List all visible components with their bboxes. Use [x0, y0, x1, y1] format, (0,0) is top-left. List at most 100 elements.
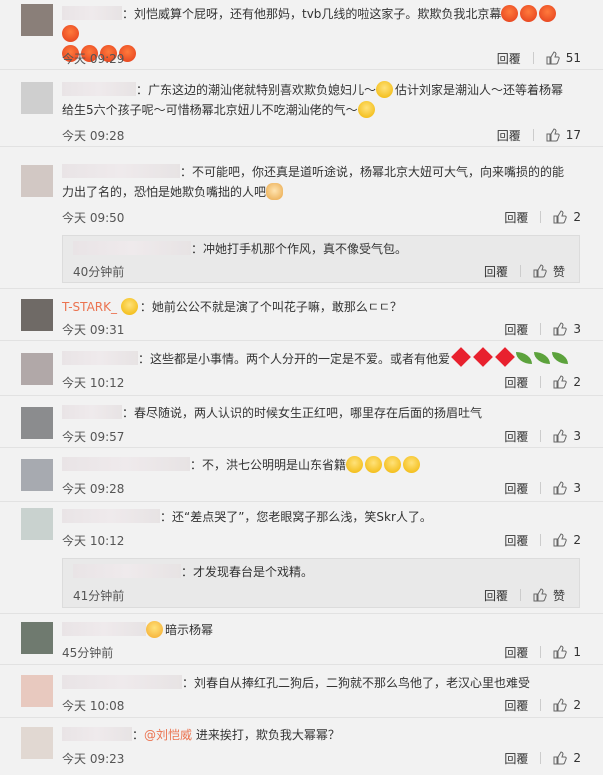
doge-emoji-icon [346, 456, 364, 473]
heart-icon [473, 347, 493, 367]
thumbs-up-icon[interactable] [546, 51, 560, 65]
sub-reply: ：才发现春台是个戏精。 41分钟前 回覆 赞 [62, 558, 580, 608]
avatar[interactable] [21, 299, 53, 331]
avatar[interactable] [21, 622, 53, 654]
divider [540, 323, 542, 335]
divider [540, 430, 542, 442]
comment-actions: 回覆 3 [504, 321, 581, 337]
reply-button[interactable]: 回覆 [504, 644, 528, 661]
comment-actions: 回覆 2 [504, 750, 581, 766]
comment-item: 暗示杨幂 45分钟前 回覆 1 [0, 614, 603, 665]
thumbs-up-icon[interactable] [553, 751, 568, 765]
reply-button[interactable]: 回覆 [504, 321, 528, 338]
comment-time: 今天 10:12 [62, 376, 125, 390]
comment-text: ：刘春自从捧红孔二狗后，二狗就不那么鸟他了，老汉心里也难受 [182, 676, 531, 690]
comment-item: ：刘春自从捧红孔二狗后，二狗就不那么鸟他了，老汉心里也难受 今天 10:08 回… [0, 665, 603, 718]
avatar[interactable] [21, 508, 53, 540]
reply-button[interactable]: 回覆 [504, 750, 528, 767]
thumbs-up-icon[interactable] [553, 645, 568, 659]
like-count: 3 [573, 429, 581, 443]
reply-button[interactable]: 回覆 [484, 587, 508, 604]
thumbs-up-icon[interactable] [553, 210, 568, 224]
username[interactable] [62, 82, 136, 96]
username[interactable] [62, 164, 180, 178]
like-count: 2 [573, 375, 581, 389]
cat-emoji-icon [266, 183, 284, 200]
avatar[interactable] [21, 459, 53, 491]
reply-button[interactable]: 回覆 [504, 374, 528, 391]
comment-time: 今天 10:12 [62, 534, 125, 548]
reply-button[interactable]: 回覆 [504, 209, 528, 226]
like-count: 2 [573, 210, 581, 224]
comment-body: ：不，洪七公明明是山东省籍 [62, 455, 571, 475]
reply-button[interactable]: 回覆 [504, 480, 528, 497]
comment-item: T-STARK_ ：她前公公不就是演了个叫花子嘛，敢那么ㄷㄷ？ 今天 09:31… [0, 289, 603, 341]
comment-actions: 回覆 3 [504, 480, 581, 496]
username[interactable] [62, 622, 146, 636]
comment-time: 今天 09:28 [62, 129, 125, 143]
avatar[interactable] [21, 353, 53, 385]
comment-text: ：还“差点哭了”，您老眼窝子那么浅，笑Skr人了。 [160, 510, 432, 524]
divider [540, 646, 542, 658]
vip-badge-icon [120, 298, 138, 315]
comment-actions: 回覆 2 [504, 697, 581, 713]
comment-item: ：广东这边的潮汕佬就特别喜欢欺负媳妇儿～ 估计刘家是潮汕人～还等着杨幂给生5六个孩… [0, 70, 603, 147]
divider [519, 265, 521, 277]
mention-link[interactable]: @刘恺威 [144, 728, 192, 742]
reply-button[interactable]: 回覆 [497, 50, 521, 67]
comment-text: ：刘恺威算个屁呀，还有他那妈，tvb几线的啦这家子。欺欺负我北京幕 [122, 7, 502, 21]
like-count: 17 [565, 128, 581, 142]
thumbs-up-icon[interactable] [533, 264, 547, 278]
username[interactable] [62, 6, 122, 20]
divider [532, 129, 534, 141]
reply-button[interactable]: 回覆 [497, 127, 521, 144]
thumbs-up-icon[interactable] [546, 128, 560, 142]
heart-icon [451, 347, 471, 367]
avatar[interactable] [21, 727, 53, 759]
reply-button[interactable]: 回覆 [504, 532, 528, 549]
username[interactable] [62, 351, 138, 365]
comment-time: 45分钟前 [62, 646, 114, 660]
thumbs-up-icon[interactable] [553, 481, 568, 495]
angry-emoji-icon [501, 5, 519, 22]
comment-text: ：不，洪七公明明是山东省籍 [190, 458, 347, 472]
comment-item: ：还“差点哭了”，您老眼窝子那么浅，笑Skr人了。 今天 10:12 回覆 2 … [0, 502, 603, 614]
reply-button[interactable]: 回覆 [484, 263, 508, 280]
comment-item: ：这些都是小事情。两个人分开的一定是不爱。或者有他爱 今天 10:12 回覆 2 [0, 341, 603, 396]
divider [540, 752, 542, 764]
thumbs-up-icon[interactable] [553, 429, 568, 443]
username[interactable] [62, 405, 122, 419]
comment-body: ：春尽随说，两人认识的时候女生正红吧，哪里存在后面的扬眉吐气 [62, 403, 571, 423]
avatar[interactable] [21, 407, 53, 439]
sub-reply-body: ：冲她打手机那个作风，真不像受气包。 [73, 239, 569, 259]
reply-button[interactable]: 回覆 [504, 697, 528, 714]
avatar[interactable] [21, 82, 53, 114]
doge-emoji-icon [365, 456, 383, 473]
avatar[interactable] [21, 165, 53, 197]
comment-body: ：刘春自从捧红孔二狗后，二狗就不那么鸟他了，老汉心里也难受 [62, 673, 571, 693]
comment-item: ：不，洪七公明明是山东省籍 今天 09:28 回覆 3 [0, 448, 603, 502]
heart-icon [495, 347, 515, 367]
thumbs-up-icon[interactable] [553, 698, 568, 712]
username[interactable] [62, 675, 182, 689]
username[interactable]: T-STARK_ [62, 300, 117, 314]
avatar[interactable] [21, 4, 53, 36]
comment-time: 今天 09:31 [62, 323, 125, 337]
comment-body: ：这些都是小事情。两个人分开的一定是不爱。或者有他爱 [62, 347, 571, 369]
thumbs-up-icon[interactable] [553, 322, 568, 336]
thumbs-up-icon[interactable] [553, 533, 568, 547]
username[interactable] [62, 509, 160, 523]
username[interactable] [62, 457, 190, 471]
thumbs-up-icon[interactable] [533, 588, 547, 602]
avatar[interactable] [21, 675, 53, 707]
like-count: 51 [565, 51, 581, 65]
comment-body: 暗示杨幂 [62, 620, 571, 640]
username[interactable] [62, 727, 132, 741]
username[interactable] [73, 564, 181, 578]
shy-emoji-icon [146, 621, 163, 638]
like-count: 2 [573, 698, 581, 712]
like-count: 3 [573, 481, 581, 495]
username[interactable] [73, 241, 191, 255]
reply-button[interactable]: 回覆 [504, 428, 528, 445]
thumbs-up-icon[interactable] [553, 375, 568, 389]
